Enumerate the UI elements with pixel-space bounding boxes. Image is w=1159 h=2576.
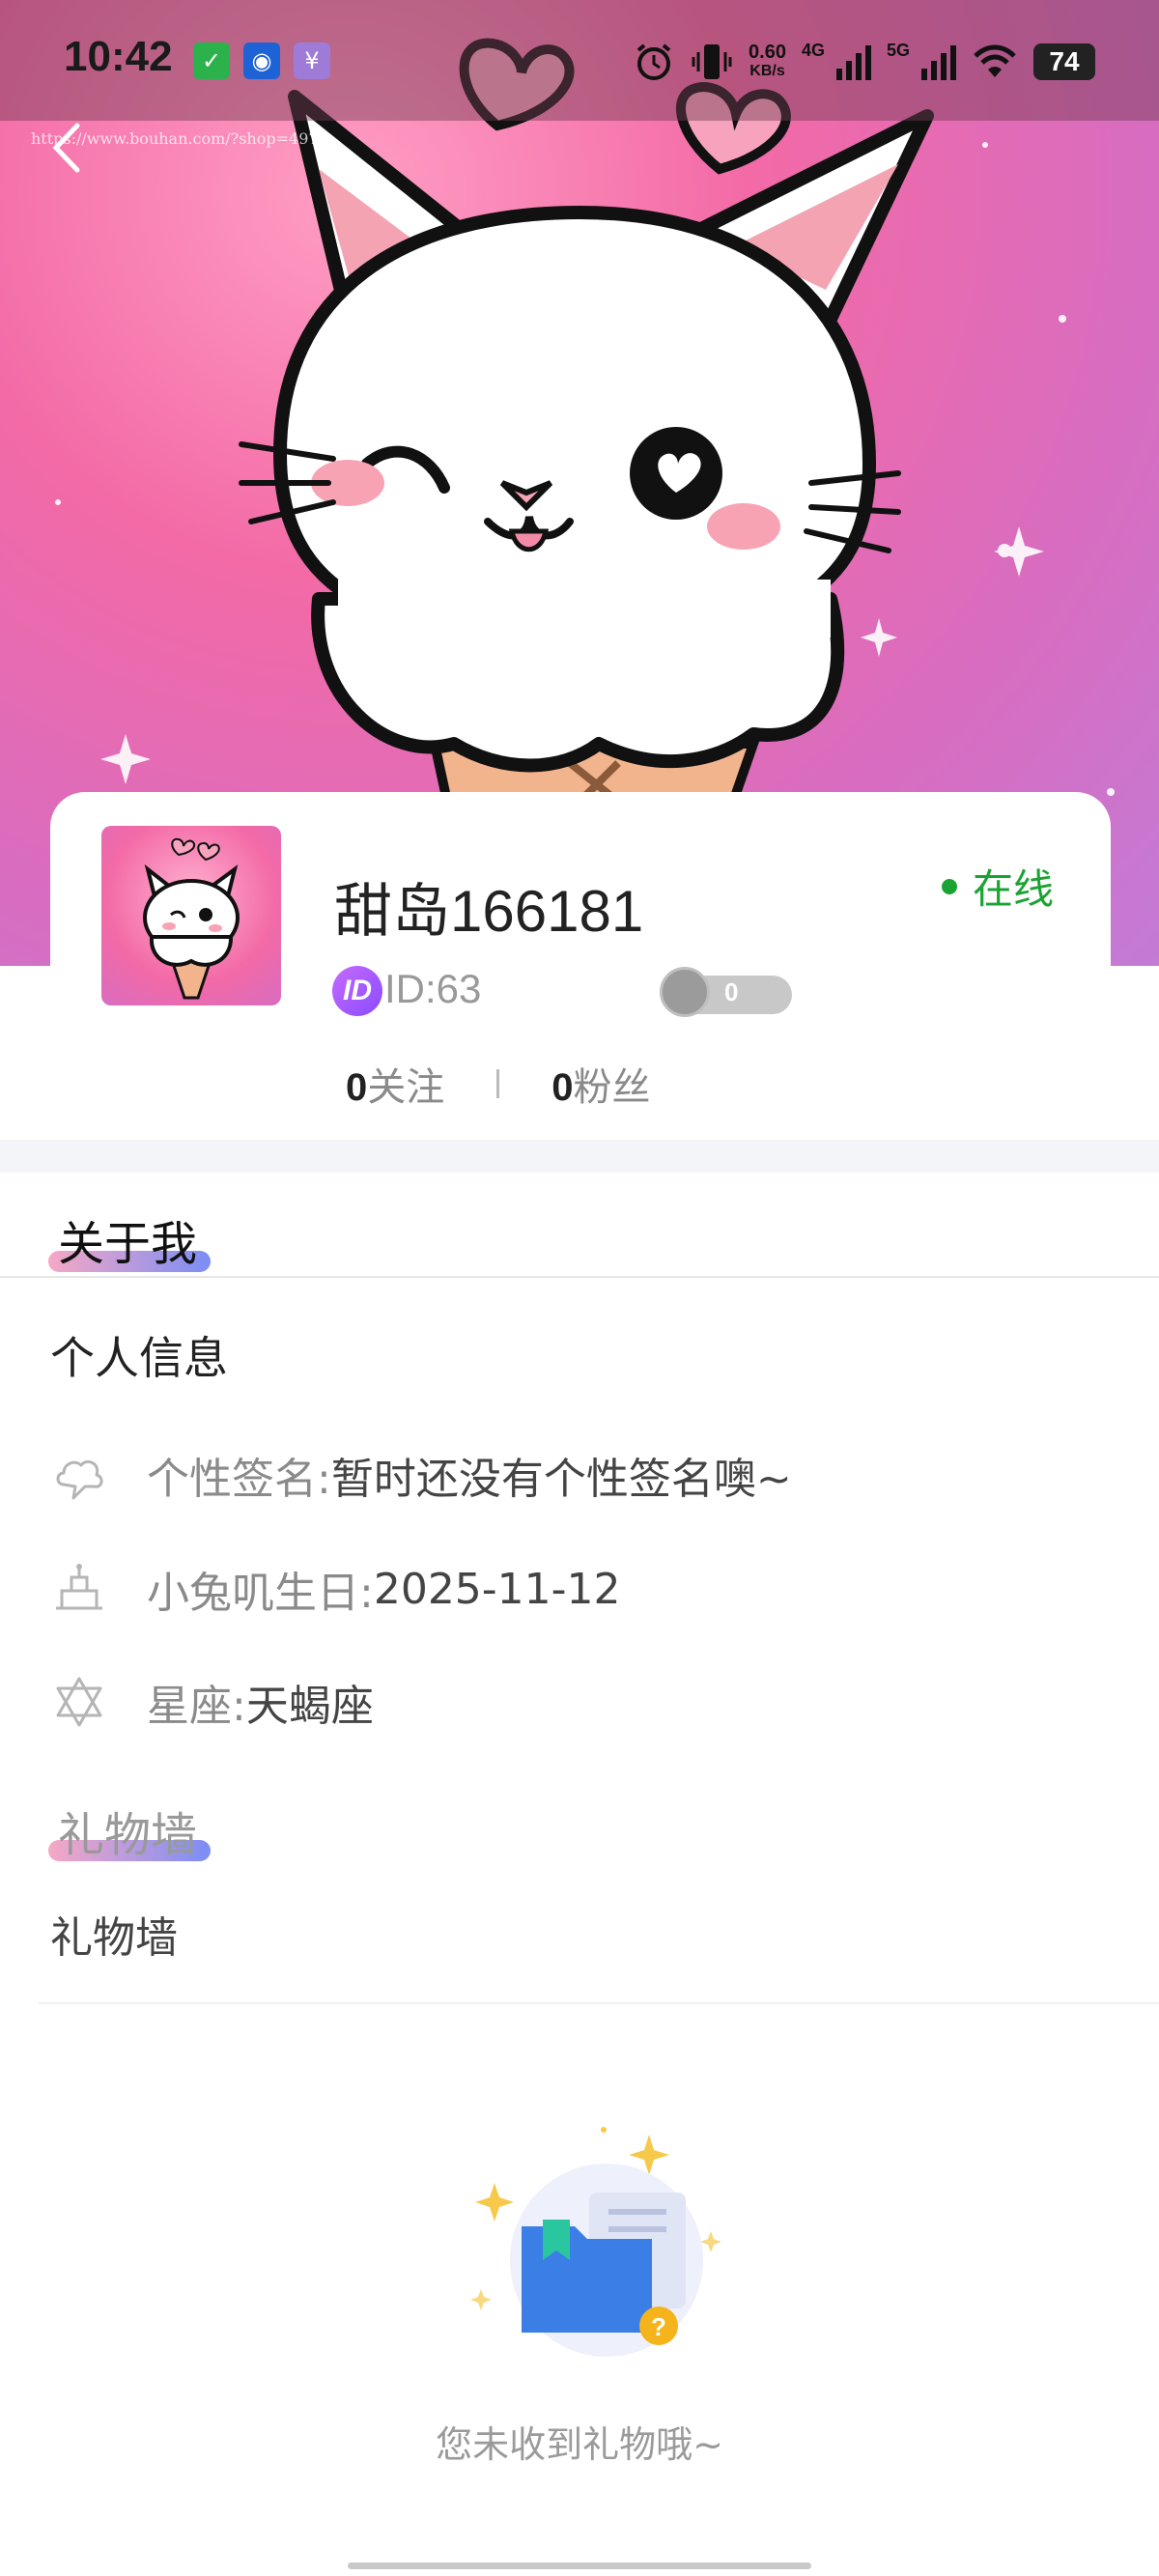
- tab-about[interactable]: 关于我: [58, 1205, 197, 1273]
- url-watermark: https://www.bouhan.com/?shop=4970: [31, 129, 328, 148]
- section-separator: [0, 1140, 1159, 1173]
- personal-info-title: 个人信息: [50, 1332, 228, 1384]
- followers-label: 粉丝: [573, 1065, 651, 1110]
- yen-app-icon: ¥: [294, 42, 330, 79]
- status-indicators: 0.60 KB/s 4G 5G 74: [633, 33, 1095, 91]
- signature-row: 个性签名: 暂时还没有个性签名噢~: [50, 1444, 792, 1506]
- signature-value: 暂时还没有个性签名噢~: [330, 1455, 792, 1504]
- network-speed: 0.60 KB/s: [749, 42, 786, 79]
- online-dot-icon: [942, 878, 957, 894]
- battery-indicator: 74: [1033, 43, 1095, 80]
- follow-stats: 0关注 0粉丝: [346, 1056, 651, 1112]
- cloud-icon: [56, 1459, 103, 1500]
- signature-label: 个性签名:: [147, 1455, 331, 1504]
- browser-app-icon: ◉: [243, 42, 280, 79]
- level-value: 0: [724, 977, 739, 1006]
- vibrate-icon: [692, 44, 732, 79]
- gift-wall-label: 礼物墙: [50, 1913, 178, 1963]
- id-badge-icon: ID: [332, 966, 382, 1016]
- level-medal-icon: [660, 967, 710, 1017]
- gift-divider: [39, 2002, 1159, 2004]
- user-id: ID:63: [384, 966, 482, 1011]
- birthday-label: 小兔叽生日:: [147, 1569, 374, 1618]
- nickname: 甜岛166181: [334, 879, 644, 944]
- following-count: 0: [346, 1066, 368, 1109]
- online-status: 在线: [942, 857, 1054, 916]
- zodiac-value: 天蝎座: [245, 1682, 374, 1731]
- signal-5g-icon: [921, 43, 956, 80]
- signal-label-5g: 5G: [886, 40, 910, 60]
- online-status-text: 在线: [973, 865, 1055, 913]
- alarm-icon: [636, 43, 671, 80]
- signal-label-4g: 4G: [801, 40, 825, 60]
- svg-text:?: ?: [651, 2312, 666, 2341]
- following-label: 关注: [367, 1065, 445, 1110]
- stat-divider: [496, 1069, 500, 1098]
- followers-stat[interactable]: 0粉丝: [551, 1056, 650, 1112]
- zodiac-label: 星座:: [147, 1682, 246, 1731]
- about-divider: [0, 1276, 1159, 1278]
- birthday-row: 小兔叽生日: 2025-11-12: [50, 1558, 621, 1620]
- following-stat[interactable]: 0关注: [346, 1056, 444, 1112]
- avatar[interactable]: [101, 826, 281, 1005]
- signal-4g-icon: [835, 43, 871, 80]
- wifi-icon: [974, 44, 1016, 77]
- avatar-cat-image: [143, 837, 240, 1000]
- status-time: 10:42: [64, 33, 173, 80]
- check-app-icon: ✓: [193, 42, 230, 79]
- followers-count: 0: [551, 1066, 574, 1109]
- birthday-value: 2025-11-12: [373, 1564, 621, 1614]
- home-indicator[interactable]: [348, 2562, 811, 2569]
- cake-icon: [56, 1564, 102, 1610]
- star-of-david-icon: [56, 1677, 102, 1727]
- back-arrow-icon[interactable]: [39, 114, 97, 182]
- gift-wall-section-title: 礼物墙: [58, 1808, 198, 1862]
- empty-folder-icon: ?: [470, 2127, 721, 2357]
- zodiac-row: 星座: 天蝎座: [50, 1671, 374, 1733]
- empty-gift-message: 您未收到礼物哦~: [436, 2423, 723, 2466]
